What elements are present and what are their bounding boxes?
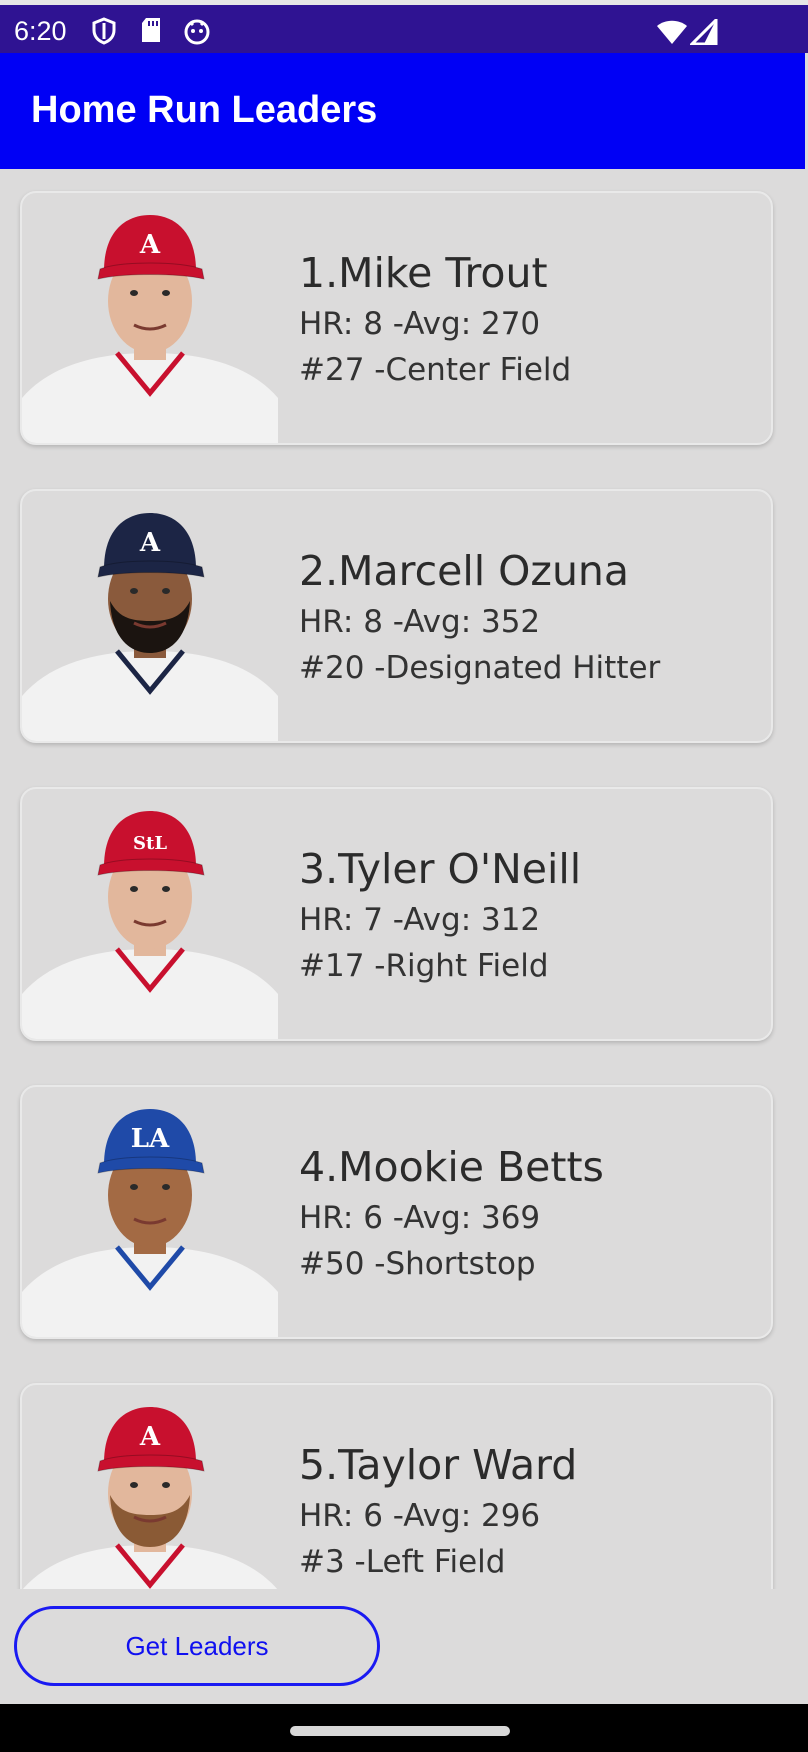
- player-position: #50 -Shortstop: [299, 1246, 536, 1282]
- player-stats: HR: 6 -Avg: 296: [299, 1498, 541, 1534]
- player-position: #20 -Designated Hitter: [299, 650, 661, 686]
- player-name: 2.Marcell Ozuna: [299, 547, 630, 595]
- player-name: 4.Mookie Betts: [299, 1143, 604, 1191]
- player-headshot-icon: A: [22, 513, 278, 741]
- wifi-icon: [656, 19, 688, 49]
- home-gesture-handle[interactable]: [290, 1726, 510, 1736]
- player-position: #17 -Right Field: [299, 948, 549, 984]
- player-card[interactable]: A 2.Marcell Ozuna HR: 8 -Avg: 352 #20 -D…: [20, 489, 773, 743]
- system-nav-bar: [0, 1704, 808, 1752]
- get-leaders-button[interactable]: Get Leaders: [14, 1606, 380, 1686]
- player-name: 3.Tyler O'Neill: [299, 845, 582, 893]
- player-card[interactable]: A 5.Taylor Ward HR: 6 -Avg: 296 #3 -Left…: [20, 1383, 773, 1589]
- bottom-bar: Get Leaders: [0, 1589, 808, 1704]
- player-name: 1.Mike Trout: [299, 249, 548, 297]
- player-card[interactable]: StL 3.Tyler O'Neill HR: 7 -Avg: 312 #17 …: [20, 787, 773, 1041]
- player-photo: A: [22, 193, 278, 443]
- player-stats: HR: 7 -Avg: 312: [299, 902, 541, 938]
- player-position: #3 -Left Field: [299, 1544, 506, 1580]
- status-time: 6:20: [14, 16, 67, 46]
- player-headshot-icon: LA: [22, 1109, 278, 1337]
- player-stats: HR: 6 -Avg: 369: [299, 1200, 541, 1236]
- team-logo-icon: A: [139, 1422, 161, 1452]
- signal-icon: [688, 16, 718, 49]
- team-logo-icon: A: [139, 528, 161, 558]
- team-logo-icon: StL: [133, 833, 167, 854]
- shield-icon: [92, 17, 116, 49]
- team-logo-icon: LA: [131, 1124, 170, 1154]
- player-name: 5.Taylor Ward: [299, 1441, 578, 1489]
- player-photo: LA: [22, 1087, 278, 1337]
- player-stats: HR: 8 -Avg: 352: [299, 604, 541, 640]
- player-photo: A: [22, 491, 278, 741]
- player-position: #27 -Center Field: [299, 352, 572, 388]
- app-bar: Home Run Leaders: [0, 53, 805, 169]
- player-photo: StL: [22, 789, 278, 1039]
- player-headshot-icon: A: [22, 215, 278, 443]
- player-stats: HR: 8 -Avg: 270: [299, 306, 541, 342]
- player-headshot-icon: A: [22, 1407, 278, 1589]
- status-bar: 6:20: [0, 0, 808, 53]
- page-title: Home Run Leaders: [31, 89, 378, 131]
- player-list[interactable]: A 1.Mike Trout HR: 8 -Avg: 270 #27 -Cent…: [0, 169, 808, 1589]
- player-card[interactable]: A 1.Mike Trout HR: 8 -Avg: 270 #27 -Cent…: [20, 191, 773, 445]
- player-headshot-icon: StL: [22, 811, 278, 1039]
- player-card[interactable]: LA 4.Mookie Betts HR: 6 -Avg: 369 #50 -S…: [20, 1085, 773, 1339]
- team-logo-icon: A: [139, 230, 161, 260]
- sd-card-icon: [140, 17, 162, 47]
- player-photo: A: [22, 1385, 278, 1589]
- face-icon: [183, 17, 211, 49]
